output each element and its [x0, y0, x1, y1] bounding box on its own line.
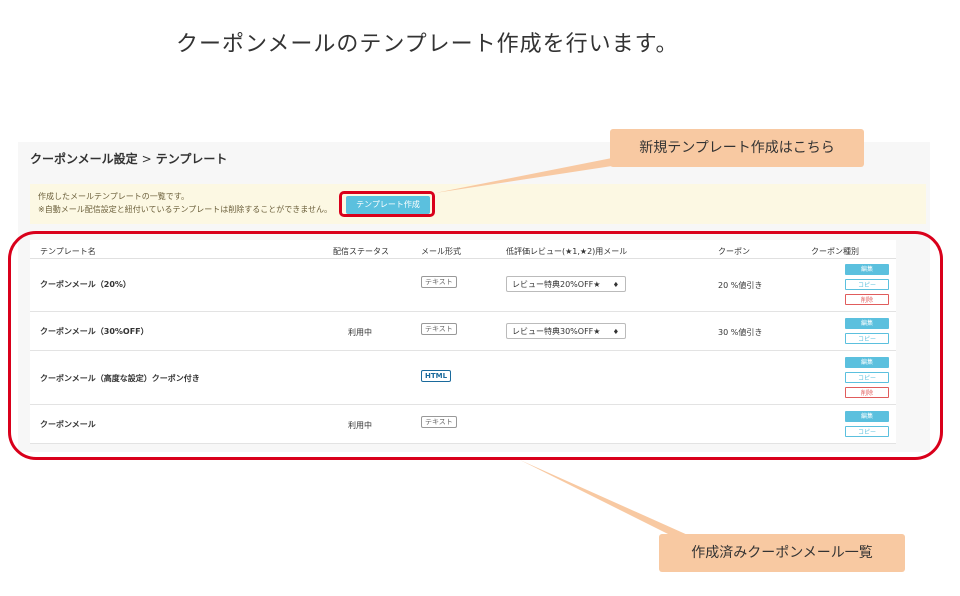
callout-pointer-top	[435, 158, 612, 193]
callout-template-list: 作成済みクーポンメール一覧	[659, 534, 905, 572]
callout-pointers	[435, 158, 690, 536]
callout-pointer-bottom	[520, 460, 690, 536]
callout-new-template: 新規テンプレート作成はこちら	[610, 129, 864, 167]
